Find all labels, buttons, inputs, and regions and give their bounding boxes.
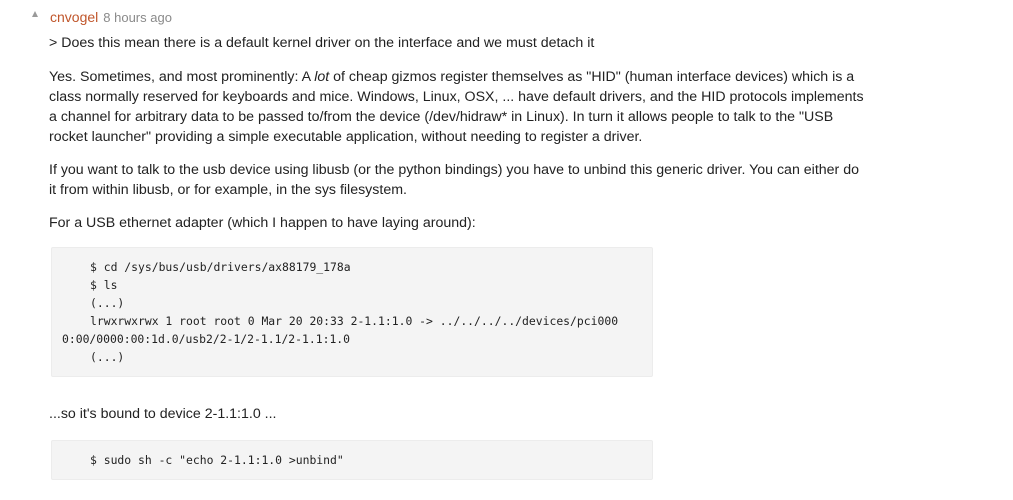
- code-line: $ sudo sh -c "echo 2-1.1:1.0 >unbind": [90, 453, 344, 467]
- emphasized-text: lot: [314, 69, 330, 85]
- comment-paragraph: For a USB ethernet adapter (which I happ…: [49, 215, 476, 231]
- comment-header: cnvogel 8 hours ago: [32, 7, 172, 27]
- code-line: $ cd /sys/bus/usb/drivers/ax88179_178a: [90, 260, 351, 274]
- code-line: (...): [90, 350, 125, 364]
- comment-paragraph: Yes. Sometimes, and most prominently: A …: [49, 69, 864, 145]
- comment-author-link[interactable]: cnvogel: [50, 9, 98, 25]
- comment-body: > Does this mean there is a default kern…: [49, 33, 949, 480]
- code-line: (...): [90, 296, 125, 310]
- quoted-text: > Does this mean there is a default kern…: [49, 35, 595, 51]
- comment-timestamp-link[interactable]: 8 hours ago: [103, 10, 172, 25]
- upvote-arrow-icon[interactable]: [32, 11, 38, 17]
- code-line: 0:00/0000:00:1d.0/usb2/2-1/2-1.1/2-1.1:1…: [62, 332, 351, 346]
- code-line: $ ls: [90, 278, 118, 292]
- code-block: $ cd /sys/bus/usb/drivers/ax88179_178a $ …: [51, 247, 653, 377]
- code-line: lrwxrwxrwx 1 root root 0 Mar 20 20:33 2-…: [90, 314, 619, 328]
- code-block: $ sudo sh -c "echo 2-1.1:1.0 >unbind": [51, 440, 653, 480]
- comment-paragraph: If you want to talk to the usb device us…: [49, 162, 859, 198]
- comment-paragraph: ...so it's bound to device 2-1.1:1.0 ...: [49, 406, 277, 422]
- comment: cnvogel 8 hours ago > Does this mean the…: [0, 0, 1013, 500]
